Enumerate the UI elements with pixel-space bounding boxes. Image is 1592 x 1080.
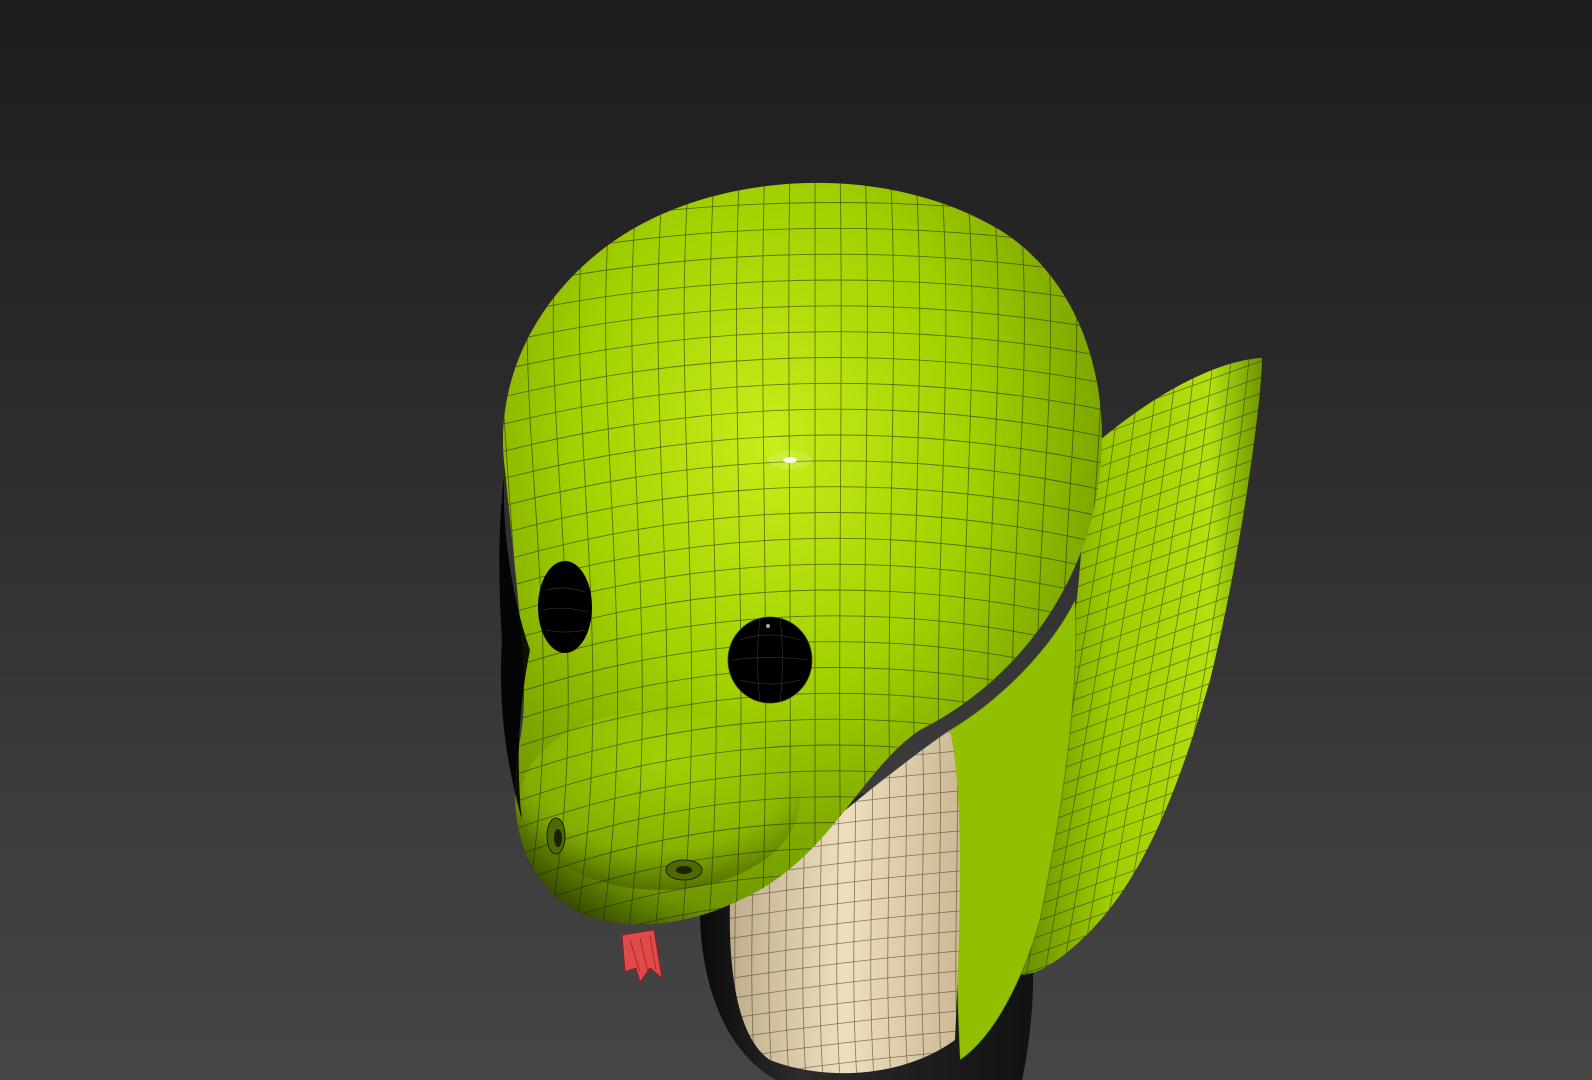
snake-nostril-right — [665, 859, 703, 881]
snake-eye-right — [727, 616, 813, 704]
snake-tongue — [621, 929, 663, 984]
3d-viewport[interactable] — [0, 0, 1592, 1080]
snake-nostril-left — [546, 817, 566, 855]
snake-eye-left — [538, 561, 592, 653]
snake-model-render[interactable] — [0, 0, 1592, 1080]
